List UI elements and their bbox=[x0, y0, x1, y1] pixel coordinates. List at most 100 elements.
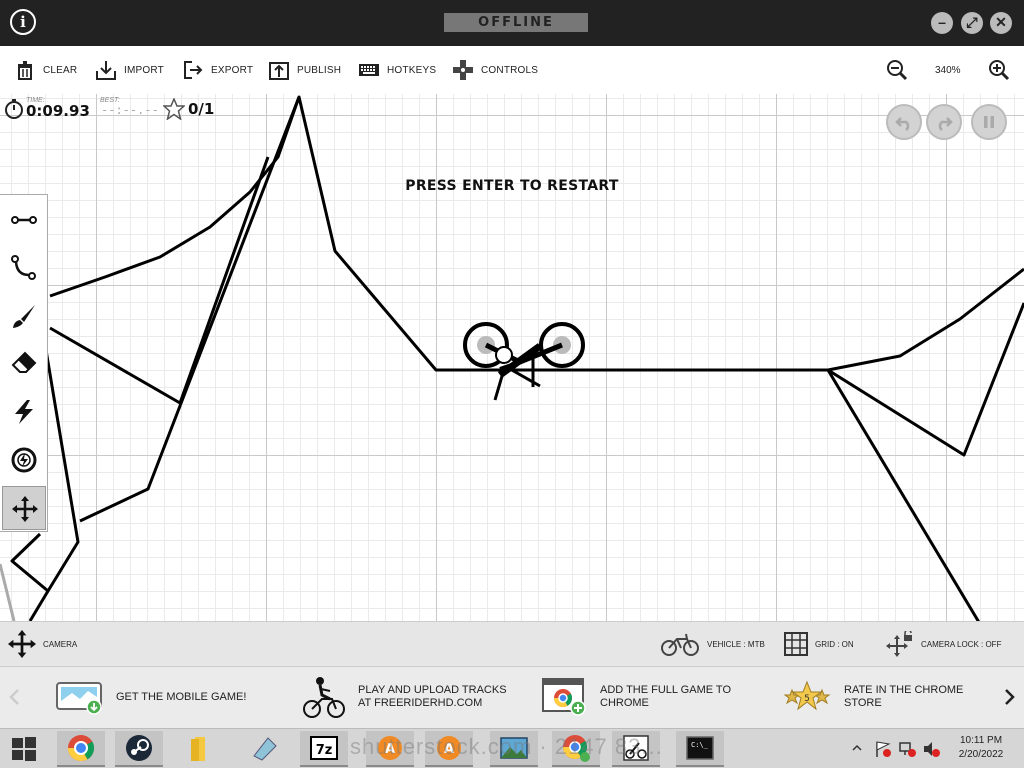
promo-freerider-text: PLAY AND UPLOAD TRACKS AT FREERIDERHD.COM bbox=[358, 684, 507, 709]
grid-toggle[interactable]: GRID : ON bbox=[784, 631, 854, 657]
clear-button[interactable]: CLEAR bbox=[14, 58, 77, 82]
hotkeys-button[interactable]: HOTKEYS bbox=[358, 58, 436, 82]
flag-icon[interactable] bbox=[874, 740, 892, 758]
svg-text:7z: 7z bbox=[316, 743, 333, 758]
controls-button[interactable]: CONTROLS bbox=[452, 58, 538, 82]
start-button[interactable] bbox=[0, 731, 48, 767]
promo-rate-text: RATE IN THE CHROME STORE bbox=[844, 684, 964, 709]
volume-muted-icon[interactable] bbox=[922, 740, 940, 758]
vehicle-toggle[interactable]: VEHICLE : MTB bbox=[660, 631, 765, 657]
taskbar-steam[interactable] bbox=[115, 731, 163, 767]
grid-icon bbox=[784, 632, 808, 656]
chevron-right-icon[interactable] bbox=[1000, 687, 1018, 707]
chevron-left-icon[interactable] bbox=[6, 687, 24, 707]
7zip-icon: 7z bbox=[310, 736, 338, 760]
minimize-button[interactable]: – bbox=[931, 12, 953, 34]
promo-mobile-text: GET THE MOBILE GAME! bbox=[116, 690, 247, 703]
promo-rate[interactable]: 5 RATE IN THE CHROME STORE bbox=[782, 675, 963, 719]
info-icon[interactable]: i bbox=[10, 9, 36, 35]
export-icon bbox=[184, 61, 203, 79]
promo-chrome[interactable]: ADD THE FULL GAME TO CHROME bbox=[542, 675, 731, 719]
brush-tool[interactable] bbox=[2, 294, 46, 338]
stopwatch-icon bbox=[5, 99, 23, 119]
network-icon[interactable] bbox=[898, 740, 916, 758]
chrome-icon bbox=[67, 735, 95, 762]
promo-chrome-text: ADD THE FULL GAME TO CHROME bbox=[600, 684, 732, 709]
straight-line-tool[interactable] bbox=[2, 198, 46, 242]
clock[interactable]: 10:11 PM 2/20/2022 bbox=[950, 734, 1012, 762]
zoom-level: 340% bbox=[935, 65, 961, 76]
import-button[interactable]: IMPORT bbox=[95, 58, 164, 82]
boost-tool[interactable] bbox=[2, 390, 46, 434]
hotkeys-label: HOTKEYS bbox=[387, 64, 437, 76]
brush-icon bbox=[13, 305, 35, 328]
undo-button[interactable] bbox=[886, 104, 922, 140]
dpad-icon bbox=[453, 60, 473, 80]
chevron-up-icon[interactable] bbox=[852, 743, 862, 753]
import-icon bbox=[96, 61, 116, 80]
status-bar: CAMERA VEHICLE : MTB GRID : ON CAMERA LO… bbox=[0, 621, 1024, 667]
svg-text:C:\_: C:\_ bbox=[691, 741, 709, 749]
grid-label: GRID : ON bbox=[815, 639, 854, 649]
eraser-icon bbox=[11, 351, 37, 373]
blue-app-icon bbox=[253, 737, 277, 761]
zoom-in-icon[interactable] bbox=[988, 59, 1010, 81]
track-canvas[interactable]: TIME: 0:09.93 BEST: --:--.-- 0/1 PRESS E… bbox=[0, 94, 1024, 621]
export-button[interactable]: EXPORT bbox=[182, 58, 253, 82]
bike-rider bbox=[463, 322, 585, 401]
move-arrows-icon bbox=[8, 630, 36, 658]
line-icon bbox=[11, 216, 37, 224]
curve-icon bbox=[11, 255, 36, 280]
taskbar-7zip[interactable]: 7z bbox=[300, 731, 348, 767]
trash-icon bbox=[18, 61, 32, 80]
tool-panel bbox=[0, 194, 48, 532]
tablet-download-icon bbox=[56, 682, 102, 715]
camera-lock-label: CAMERA LOCK : OFF bbox=[921, 639, 1002, 649]
star-icon bbox=[163, 98, 185, 120]
svg-text:5: 5 bbox=[804, 694, 810, 704]
close-button[interactable]: ✕ bbox=[990, 12, 1012, 34]
chrome-add-icon bbox=[542, 678, 586, 716]
controls-label: CONTROLS bbox=[481, 64, 539, 76]
promo-mobile[interactable]: GET THE MOBILE GAME! bbox=[56, 675, 246, 719]
zoom-out-icon[interactable] bbox=[886, 59, 908, 81]
publish-button[interactable]: PUBLISH bbox=[268, 58, 341, 82]
camera-lock-toggle[interactable]: CAMERA LOCK : OFF bbox=[886, 631, 1001, 657]
watermark: shutterstock.com · 2147 83... bbox=[350, 734, 663, 759]
publish-icon bbox=[269, 62, 289, 80]
gravity-icon bbox=[11, 447, 37, 473]
pause-icon bbox=[984, 116, 994, 128]
vehicle-label: VEHICLE : MTB bbox=[707, 639, 765, 649]
import-label: IMPORT bbox=[124, 64, 164, 76]
camera-label: CAMERA bbox=[43, 639, 78, 649]
clear-label: CLEAR bbox=[43, 64, 78, 76]
lightning-icon bbox=[15, 400, 33, 424]
undo-icon bbox=[895, 117, 910, 131]
maximize-button[interactable]: ⤢ bbox=[961, 12, 983, 34]
os-taskbar: 7z A A C:\_ shutterstock.com · 2147 83..… bbox=[0, 728, 1024, 768]
eraser-tool[interactable] bbox=[2, 342, 46, 386]
track-drawing bbox=[0, 95, 1024, 621]
publish-label: PUBLISH bbox=[297, 64, 342, 76]
bicycle-icon bbox=[661, 633, 699, 656]
taskbar-chrome[interactable] bbox=[57, 731, 105, 767]
rider-icon bbox=[303, 677, 345, 718]
folder-icon bbox=[191, 737, 205, 761]
pause-button[interactable] bbox=[971, 104, 1007, 140]
camera-lock-icon bbox=[886, 631, 912, 657]
windows-logo-icon bbox=[12, 737, 36, 761]
rating-stars-icon: 5 bbox=[783, 680, 831, 711]
promo-freerider[interactable]: PLAY AND UPLOAD TRACKS AT FREERIDERHD.COM bbox=[302, 675, 507, 719]
taskbar-file-explorer[interactable] bbox=[174, 731, 222, 767]
terminal-icon: C:\_ bbox=[686, 736, 714, 760]
elapsed-time: 0:09.93 bbox=[26, 102, 90, 120]
window-title: OFFLINE EDITOR bbox=[444, 13, 588, 49]
editor-toolbar: CLEAR IMPORT EXPORT PUBLISH HOTKEYS CONT… bbox=[0, 46, 1024, 95]
camera-status: CAMERA bbox=[8, 630, 78, 658]
redo-button[interactable] bbox=[926, 104, 962, 140]
taskbar-app-blue[interactable] bbox=[241, 731, 289, 767]
taskbar-terminal[interactable]: C:\_ bbox=[676, 731, 724, 767]
curve-tool[interactable] bbox=[2, 246, 46, 290]
gravity-tool[interactable] bbox=[2, 438, 46, 482]
camera-tool[interactable] bbox=[2, 486, 46, 530]
